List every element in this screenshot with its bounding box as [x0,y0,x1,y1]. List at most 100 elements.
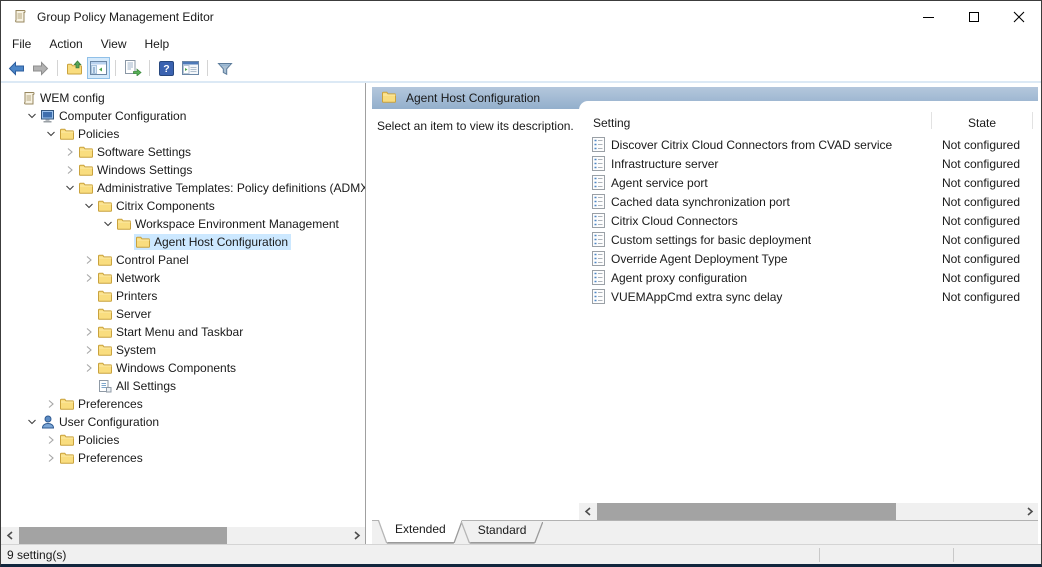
folder-icon [58,396,75,412]
tree-item-label: Preferences [75,396,146,412]
menu-action[interactable]: Action [40,35,91,53]
setting-row-vuemappcmd-extra-sync-delay[interactable]: VUEMAppCmd extra sync delayNot configure… [579,287,1038,306]
tree-item-printers[interactable]: Printers [1,287,365,305]
minimize-icon [923,17,934,18]
export-list-button[interactable] [121,57,144,79]
tree-item-wem-config[interactable]: WEM config [1,89,365,107]
tree-item-windows-components[interactable]: Windows Components [1,359,365,377]
tree-item-workspace-environment-management[interactable]: Workspace Environment Management [1,215,365,233]
tree-item-administrative-templates-policy-definitions-admx-f[interactable]: Administrative Templates: Policy definit… [1,179,365,197]
tree-horizontal-scrollbar[interactable] [1,527,365,544]
status-panel-separator [953,548,954,562]
folder-icon [96,252,113,268]
chevron-right-icon[interactable] [43,433,58,447]
tree-item-label: Preferences [75,450,146,466]
tree-item-system[interactable]: System [1,341,365,359]
tab-extended[interactable]: Extended [379,520,462,542]
chevron-down-icon[interactable] [100,217,115,231]
scroll-right-icon[interactable] [348,527,365,544]
expander-placeholder [81,289,96,303]
tree-item-computer-configuration[interactable]: Computer Configuration [1,107,365,125]
tree-item-policies[interactable]: Policies [1,431,365,449]
toolbar: ? [1,55,1041,83]
scroll-left-icon[interactable] [1,527,18,544]
list-scroll-track[interactable] [596,503,1021,520]
column-separator[interactable] [1032,112,1033,129]
console-window-button[interactable] [179,57,202,79]
close-button[interactable] [996,1,1041,33]
back-button[interactable] [5,57,28,79]
tree-item-preferences[interactable]: Preferences [1,449,365,467]
setting-state: Not configured [931,138,1031,152]
tree-item-policies[interactable]: Policies [1,125,365,143]
tree-item-user-configuration[interactable]: User Configuration [1,413,365,431]
setting-row-infrastructure-server[interactable]: Infrastructure serverNot configured [579,154,1038,173]
tree-scroll-track[interactable] [18,527,348,544]
tree-item-label: WEM config [37,90,108,106]
up-one-level-button[interactable] [63,57,86,79]
filter-button[interactable] [213,57,236,79]
scroll-right-icon[interactable] [1021,503,1038,520]
menu-view[interactable]: View [92,35,136,53]
chevron-right-icon[interactable] [62,163,77,177]
tree-item-preferences[interactable]: Preferences [1,395,365,413]
menu-file[interactable]: File [3,35,40,53]
list-scroll-thumb[interactable] [597,503,896,520]
setting-row-discover-citrix-cloud-connectors-from-cvad-service[interactable]: Discover Citrix Cloud Connectors from CV… [579,135,1038,154]
column-header-state[interactable]: State [932,116,1032,130]
chevron-right-icon[interactable] [81,271,96,285]
tree-item-network[interactable]: Network [1,269,365,287]
chevron-right-icon[interactable] [81,325,96,339]
chevron-right-icon[interactable] [43,451,58,465]
maximize-button[interactable] [951,1,996,33]
setting-row-citrix-cloud-connectors[interactable]: Citrix Cloud ConnectorsNot configured [579,211,1038,230]
help-button[interactable]: ? [155,57,178,79]
menu-help[interactable]: Help [136,35,179,53]
results-pane-title: Agent Host Configuration [406,91,540,105]
chevron-down-icon[interactable] [43,127,58,141]
policy-setting-icon [592,270,605,285]
tree-item-control-panel[interactable]: Control Panel [1,251,365,269]
tree-item-agent-host-configuration[interactable]: Agent Host Configuration [1,233,365,251]
chevron-down-icon[interactable] [62,181,77,195]
setting-row-agent-service-port[interactable]: Agent service portNot configured [579,173,1038,192]
show-console-tree-icon [90,61,107,75]
setting-row-override-agent-deployment-type[interactable]: Override Agent Deployment TypeNot config… [579,249,1038,268]
show-console-tree-button[interactable] [87,57,110,79]
setting-row-custom-settings-for-basic-deployment[interactable]: Custom settings for basic deploymentNot … [579,230,1038,249]
tree-item-server[interactable]: Server [1,305,365,323]
chevron-right-icon[interactable] [81,253,96,267]
tree-item-windows-settings[interactable]: Windows Settings [1,161,365,179]
setting-row-agent-proxy-configuration[interactable]: Agent proxy configurationNot configured [579,268,1038,287]
chevron-down-icon[interactable] [24,415,39,429]
setting-name: Agent proxy configuration [611,271,747,285]
setting-state: Not configured [931,195,1031,209]
forward-button[interactable] [29,57,52,79]
scroll-left-icon[interactable] [579,503,596,520]
minimize-button[interactable] [906,1,951,33]
tree-item-label: Windows Components [113,360,239,376]
chevron-right-icon[interactable] [81,343,96,357]
tab-standard[interactable]: Standard [462,521,543,542]
setting-name: Custom settings for basic deployment [611,233,811,247]
console-tree-pane: WEM configComputer ConfigurationPolicies… [1,83,366,544]
chevron-right-icon[interactable] [62,145,77,159]
chevron-right-icon[interactable] [43,397,58,411]
tree-item-software-settings[interactable]: Software Settings [1,143,365,161]
policy-setting-icon [592,289,605,304]
chevron-right-icon[interactable] [81,361,96,375]
setting-row-cached-data-synchronization-port[interactable]: Cached data synchronization portNot conf… [579,192,1038,211]
list-horizontal-scrollbar[interactable] [579,503,1038,520]
folder-icon [96,270,113,286]
tree-item-start-menu-and-taskbar[interactable]: Start Menu and Taskbar [1,323,365,341]
chevron-down-icon[interactable] [81,199,96,213]
tree-item-citrix-components[interactable]: Citrix Components [1,197,365,215]
description-text: Select an item to view its description. [377,119,574,133]
tree-scroll-thumb[interactable] [19,527,227,544]
folder-icon [77,162,94,178]
column-header-setting[interactable]: Setting [579,116,931,130]
tree-item-all-settings[interactable]: All Settings [1,377,365,395]
chevron-down-icon[interactable] [24,109,39,123]
policy-setting-icon [592,137,605,152]
status-panel-separator [819,548,820,562]
